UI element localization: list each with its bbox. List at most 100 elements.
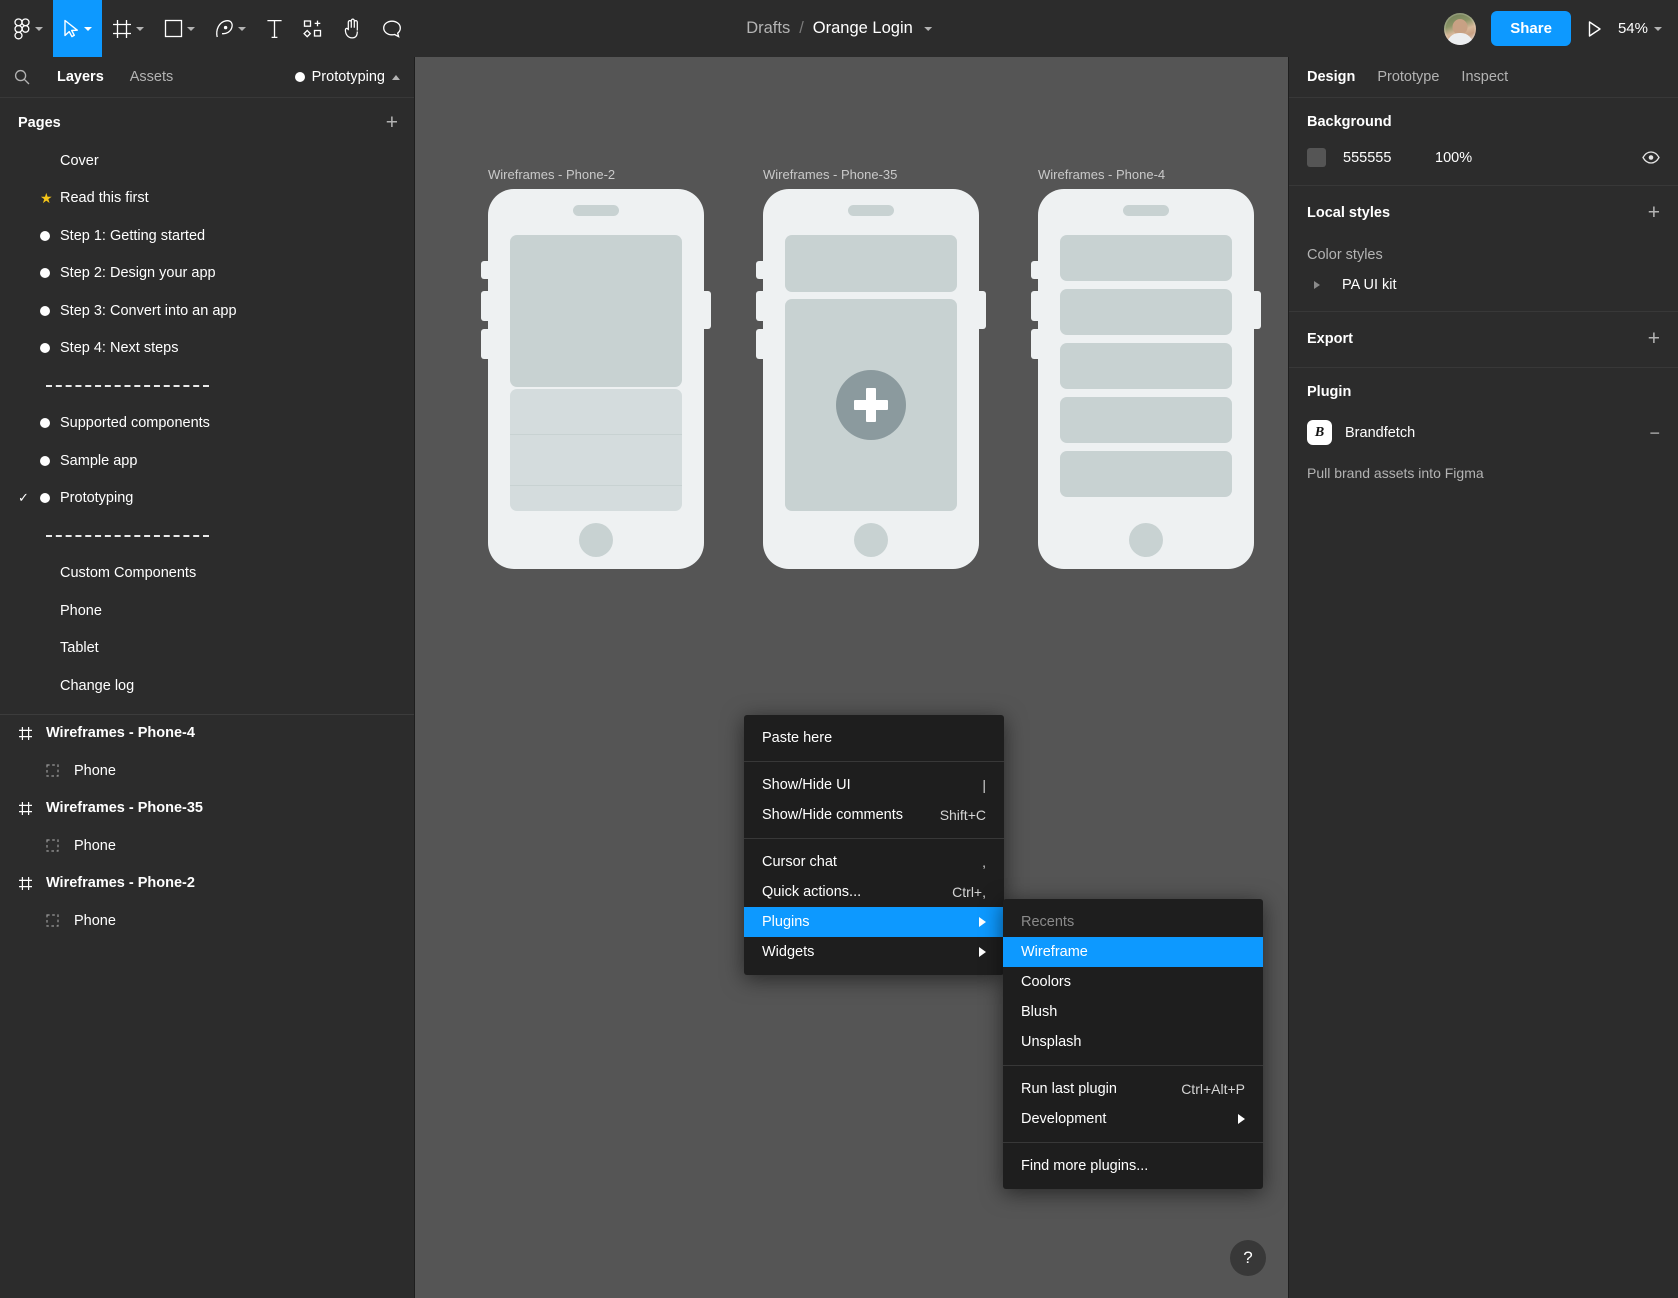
share-button[interactable]: Share <box>1491 11 1571 46</box>
wireframe-fab-add <box>836 370 906 440</box>
page-dot-icon <box>40 418 50 429</box>
phone-mockup <box>756 189 986 569</box>
color-style-group-pa-ui-kit[interactable]: PA UI kit <box>1307 277 1660 293</box>
page-item-sample-app[interactable]: Sample app <box>0 442 414 480</box>
layer-item-label: Wireframes - Phone-4 <box>46 725 195 742</box>
hand-tool-button[interactable] <box>333 0 372 57</box>
layer-item[interactable]: Wireframes - Phone-4 <box>0 715 414 753</box>
background-hex-value[interactable]: 555555 <box>1343 150 1435 166</box>
eye-icon[interactable] <box>1642 151 1660 164</box>
page-item-phone[interactable]: Phone <box>0 592 414 630</box>
pen-tool-button[interactable] <box>205 0 256 57</box>
layer-item-label: Wireframes - Phone-35 <box>46 800 204 817</box>
menu-item-cursor-chat[interactable]: Cursor chat, <box>744 847 1004 877</box>
layer-item[interactable]: Wireframes - Phone-2 <box>0 865 414 903</box>
menu-separator <box>1003 1065 1263 1066</box>
canvas-frame-phone4[interactable]: Wireframes - Phone-4 <box>1031 167 1261 569</box>
plugin-item-brandfetch[interactable]: B Brandfetch − <box>1307 420 1660 445</box>
page-dot-icon <box>40 230 50 241</box>
phone-home-button <box>579 523 613 557</box>
page-item-prototyping[interactable]: ✓ Prototyping <box>0 480 414 518</box>
phone-button-power <box>977 291 986 329</box>
tab-design[interactable]: Design <box>1307 69 1355 85</box>
tab-assets[interactable]: Assets <box>117 69 187 85</box>
phone-button-volume-up <box>756 291 765 321</box>
figma-main-menu-button[interactable] <box>0 0 53 57</box>
frame-label[interactable]: Wireframes - Phone-2 <box>488 167 704 182</box>
background-opacity-value[interactable]: 100% <box>1435 150 1472 166</box>
page-item-supported-components[interactable]: Supported components <box>0 405 414 443</box>
wireframe-row <box>1060 397 1232 443</box>
menu-item-label: Recents <box>1021 914 1075 930</box>
menu-item-label: Quick actions... <box>762 884 862 900</box>
page-item-step-3-convert-into-an-app[interactable]: Step 3: Convert into an app <box>0 292 414 330</box>
zoom-control[interactable]: 54% <box>1618 20 1662 37</box>
page-dot-icon <box>40 455 50 466</box>
chevron-down-icon <box>1654 26 1662 31</box>
breadcrumb-project[interactable]: Drafts <box>746 19 790 38</box>
shape-tool-button[interactable] <box>154 0 205 57</box>
avatar[interactable] <box>1444 12 1477 45</box>
menu-item-plugins[interactable]: Plugins <box>744 907 1004 937</box>
canvas[interactable]: Wireframes - Phone-2 Wireframes - Phone-… <box>415 57 1288 1298</box>
canvas-frame-phone2[interactable]: Wireframes - Phone-2 <box>481 167 711 569</box>
page-item-cover[interactable]: Cover <box>0 142 414 180</box>
page-item-label: Sample app <box>60 452 138 469</box>
plugins-submenu: Recents Wireframe Coolors Blush Unsplash Run … <box>1003 899 1263 1189</box>
wireframe-row <box>1060 451 1232 497</box>
search-icon[interactable] <box>14 69 44 85</box>
toolbar-right-group: Share 54% <box>1444 0 1678 57</box>
local-styles-section: Local styles + Color styles PA UI kit <box>1289 186 1678 312</box>
color-swatch[interactable] <box>1307 148 1326 167</box>
help-button[interactable]: ? <box>1230 1240 1266 1276</box>
frame-label[interactable]: Wireframes - Phone-35 <box>763 167 979 182</box>
frame-label[interactable]: Wireframes - Phone-4 <box>1038 167 1254 182</box>
text-tool-button[interactable] <box>256 0 293 57</box>
layer-item[interactable]: Phone <box>0 752 414 790</box>
comment-tool-button[interactable] <box>372 0 412 57</box>
layer-item[interactable]: Phone <box>0 827 414 865</box>
resources-tool-button[interactable] <box>293 0 333 57</box>
layer-item[interactable]: Phone <box>0 902 414 940</box>
zoom-level-label: 54% <box>1617 20 1648 37</box>
breadcrumb-file-name[interactable]: Orange Login <box>813 19 913 38</box>
menu-item-find-more-plugins[interactable]: Find more plugins... <box>1003 1151 1263 1181</box>
page-item-step-1-getting-started[interactable]: Step 1: Getting started <box>0 217 414 255</box>
menu-item-coolors[interactable]: Coolors <box>1003 967 1263 997</box>
menu-item-show-hide-comments[interactable]: Show/Hide comments Shift+C <box>744 800 1004 830</box>
page-item-tablet[interactable]: Tablet <box>0 630 414 668</box>
menu-item-quick-actions[interactable]: Quick actions... Ctrl+, <box>744 877 1004 907</box>
menu-item-unsplash[interactable]: Unsplash <box>1003 1027 1263 1057</box>
menu-item-development[interactable]: Development <box>1003 1104 1263 1134</box>
prototyping-page-indicator[interactable]: Prototyping <box>294 69 400 85</box>
frame-icon <box>18 801 46 816</box>
chevron-right-icon <box>1314 281 1320 289</box>
chevron-down-icon[interactable] <box>923 26 932 31</box>
play-icon[interactable] <box>1586 20 1603 38</box>
menu-item-paste-here[interactable]: Paste here <box>744 723 1004 753</box>
frame-tool-button[interactable] <box>102 0 154 57</box>
add-local-style-button[interactable]: + <box>1648 202 1660 223</box>
menu-item-run-last-plugin[interactable]: Run last plugin Ctrl+Alt+P <box>1003 1074 1263 1104</box>
move-tool-button[interactable] <box>53 0 102 57</box>
page-item-change-log[interactable]: Change log <box>0 667 414 705</box>
page-item-step-4-next-steps[interactable]: Step 4: Next steps <box>0 330 414 368</box>
page-dot-icon <box>294 72 305 82</box>
tab-inspect[interactable]: Inspect <box>1461 69 1508 85</box>
page-item-read-this-first[interactable]: ★ Read this first <box>0 180 414 218</box>
menu-item-show-hide-ui[interactable]: Show/Hide UI | <box>744 770 1004 800</box>
collapse-plugin-button[interactable]: − <box>1649 424 1660 442</box>
tab-prototype[interactable]: Prototype <box>1377 69 1439 85</box>
menu-item-blush[interactable]: Blush <box>1003 997 1263 1027</box>
page-item-label: Change log <box>60 677 135 694</box>
tab-layers[interactable]: Layers <box>44 69 117 85</box>
page-item-step-2-design-your-app[interactable]: Step 2: Design your app <box>0 255 414 293</box>
menu-item-widgets[interactable]: Widgets <box>744 937 1004 967</box>
chevron-down-icon <box>84 26 92 31</box>
add-export-button[interactable]: + <box>1648 328 1660 349</box>
layer-item[interactable]: Wireframes - Phone-35 <box>0 790 414 828</box>
menu-item-wireframe[interactable]: Wireframe <box>1003 937 1263 967</box>
canvas-frame-phone35[interactable]: Wireframes - Phone-35 <box>756 167 986 569</box>
page-item-custom-components[interactable]: Custom Components <box>0 555 414 593</box>
add-page-button[interactable]: + <box>386 112 398 133</box>
